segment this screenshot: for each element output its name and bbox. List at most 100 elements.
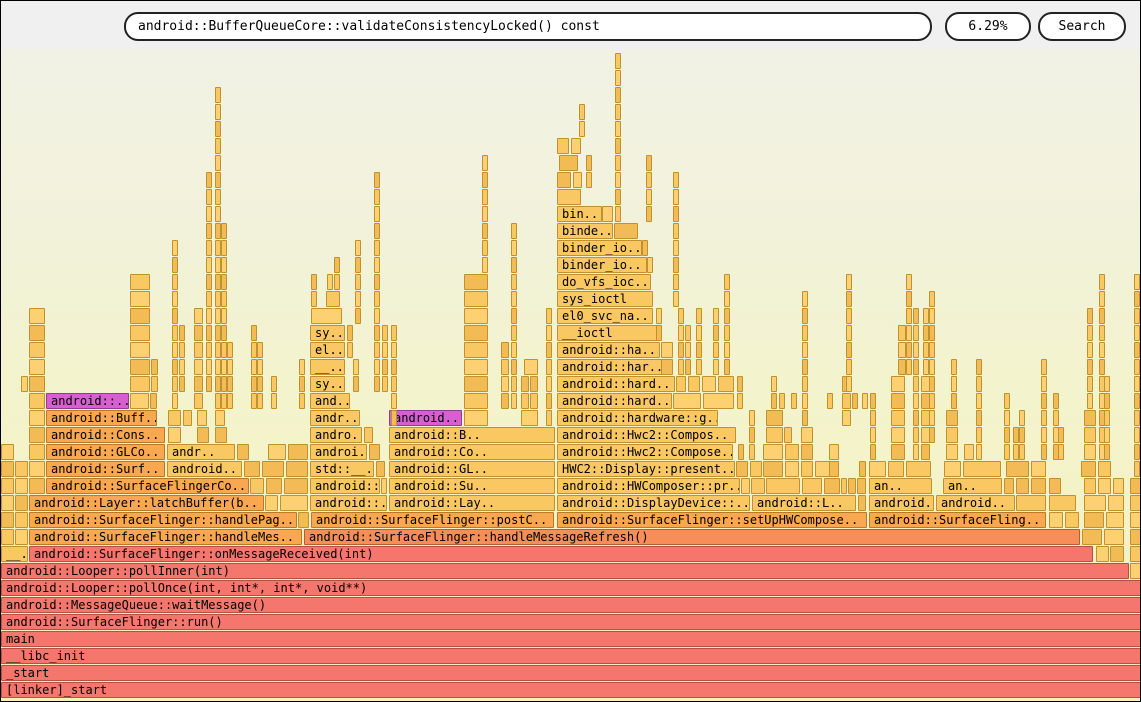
flame-frame-unlabeled[interactable]	[15, 478, 28, 494]
flame-frame-unlabeled[interactable]	[172, 240, 178, 256]
flame-frame-unlabeled[interactable]	[1130, 563, 1141, 579]
flame-frame-unlabeled[interactable]	[1087, 359, 1093, 375]
flame-frame-unlabeled[interactable]	[921, 444, 930, 460]
flame-frame-unlabeled[interactable]	[29, 393, 45, 409]
flame-frame-unlabeled[interactable]	[130, 359, 150, 375]
flame-frame[interactable]: android::Surf..	[46, 461, 165, 477]
flame-frame-unlabeled[interactable]	[29, 325, 45, 341]
flame-frame-unlabeled[interactable]	[15, 495, 28, 511]
flame-frame-unlabeled[interactable]	[846, 291, 852, 307]
flame-frame-unlabeled[interactable]	[846, 325, 852, 341]
flame-frame-unlabeled[interactable]	[391, 325, 397, 341]
flame-frame-unlabeled[interactable]	[482, 206, 488, 222]
flame-frame-unlabeled[interactable]	[511, 308, 517, 324]
flame-frame-unlabeled[interactable]	[696, 342, 702, 358]
flame-frame-unlabeled[interactable]	[750, 461, 762, 477]
flame-frame-unlabeled[interactable]	[829, 461, 839, 477]
flame-frame-unlabeled[interactable]	[870, 410, 876, 426]
flame-frame-unlabeled[interactable]	[737, 376, 743, 392]
flame-frame-unlabeled[interactable]	[913, 393, 919, 409]
flame-frame-unlabeled[interactable]	[647, 257, 653, 273]
flame-frame[interactable]: __.	[1, 546, 28, 562]
flame-frame-unlabeled[interactable]	[511, 291, 517, 307]
flame-frame[interactable]: binde..	[557, 223, 613, 239]
flame-frame-unlabeled[interactable]	[1104, 393, 1110, 409]
flame-frame-unlabeled[interactable]	[1004, 393, 1010, 409]
flame-frame-unlabeled[interactable]	[482, 223, 488, 239]
flame-frame-unlabeled[interactable]	[501, 342, 509, 358]
flame-frame-unlabeled[interactable]	[511, 376, 517, 392]
flame-frame-unlabeled[interactable]	[221, 274, 227, 290]
flame-frame-unlabeled[interactable]	[724, 359, 730, 375]
flame-frame-unlabeled[interactable]	[802, 308, 808, 324]
flame-frame-unlabeled[interactable]	[215, 427, 227, 443]
flame-frame[interactable]: android::SurfaceFlinger::onMessageReceiv…	[29, 546, 1093, 562]
flame-frame-unlabeled[interactable]	[355, 274, 361, 290]
flame-frame-unlabeled[interactable]	[929, 325, 935, 341]
flame-frame-unlabeled[interactable]	[206, 274, 212, 290]
flame-frame-unlabeled[interactable]	[1019, 410, 1025, 426]
flame-frame-unlabeled[interactable]	[946, 444, 958, 460]
flame-frame-unlabeled[interactable]	[929, 291, 935, 307]
flame-frame-unlabeled[interactable]	[1134, 359, 1140, 375]
flame-frame-unlabeled[interactable]	[29, 427, 45, 443]
flame-frame-unlabeled[interactable]	[1041, 444, 1047, 460]
flame-frame-unlabeled[interactable]	[898, 325, 906, 341]
flame-frame-unlabeled[interactable]	[299, 359, 305, 375]
flame-frame-unlabeled[interactable]	[284, 478, 308, 494]
flame-frame-unlabeled[interactable]	[1134, 444, 1140, 460]
flame-frame-unlabeled[interactable]	[1, 444, 14, 460]
flame-frame-unlabeled[interactable]	[615, 189, 621, 205]
flame-frame-unlabeled[interactable]	[221, 325, 227, 341]
flame-frame-unlabeled[interactable]	[676, 376, 686, 392]
flame-frame-unlabeled[interactable]	[1004, 427, 1010, 443]
flame-frame-unlabeled[interactable]	[906, 274, 912, 290]
flame-frame-unlabeled[interactable]	[355, 308, 361, 324]
flame-frame-unlabeled[interactable]	[964, 444, 974, 460]
flame-frame-unlabeled[interactable]	[206, 223, 212, 239]
flame-frame[interactable]: android..	[389, 410, 462, 426]
flame-frame-unlabeled[interactable]	[206, 257, 212, 273]
flame-frame-unlabeled[interactable]	[172, 257, 178, 273]
flame-frame-unlabeled[interactable]	[913, 376, 919, 392]
flame-frame-unlabeled[interactable]	[751, 478, 765, 494]
flame-frame-unlabeled[interactable]	[1087, 342, 1093, 358]
flame-frame-unlabeled[interactable]	[766, 478, 800, 494]
flame-frame-unlabeled[interactable]	[713, 342, 719, 358]
flame-frame-unlabeled[interactable]	[347, 325, 353, 341]
flame-frame-unlabeled[interactable]	[869, 461, 886, 477]
flame-frame-unlabeled[interactable]	[511, 274, 517, 290]
flame-frame-unlabeled[interactable]	[227, 359, 233, 375]
flame-frame-unlabeled[interactable]	[1099, 308, 1105, 324]
flame-frame-unlabeled[interactable]	[546, 376, 552, 392]
flame-frame-unlabeled[interactable]	[546, 393, 552, 409]
flame-frame-unlabeled[interactable]	[1113, 478, 1124, 494]
flame-frame-unlabeled[interactable]	[482, 189, 488, 205]
flame-frame[interactable]: android::GL..	[389, 461, 555, 477]
flame-frame-unlabeled[interactable]	[172, 291, 178, 307]
flame-frame-unlabeled[interactable]	[646, 172, 652, 188]
flame-frame-unlabeled[interactable]	[642, 240, 648, 256]
flame-frame-unlabeled[interactable]	[1019, 444, 1025, 460]
search-button[interactable]: Search	[1038, 12, 1126, 41]
flame-frame[interactable]: an..	[869, 478, 932, 494]
flame-frame-unlabeled[interactable]	[1041, 393, 1047, 409]
flame-frame-unlabeled[interactable]	[501, 393, 509, 409]
flame-frame-unlabeled[interactable]	[913, 308, 919, 324]
flame-frame-unlabeled[interactable]	[801, 461, 813, 477]
flame-frame-unlabeled[interactable]	[1004, 478, 1014, 494]
flame-frame-unlabeled[interactable]	[749, 427, 755, 443]
flame-frame-unlabeled[interactable]	[206, 172, 212, 188]
flame-frame-unlabeled[interactable]	[1004, 410, 1010, 426]
flame-frame[interactable]: android::B..	[389, 427, 555, 443]
flame-frame-unlabeled[interactable]	[1104, 529, 1124, 545]
flame-frame-unlabeled[interactable]	[1134, 376, 1140, 392]
flame-frame[interactable]: sys_ioctl	[557, 291, 653, 307]
flame-frame-unlabeled[interactable]	[221, 223, 227, 239]
flame-frame-unlabeled[interactable]	[381, 478, 387, 494]
flame-frame-unlabeled[interactable]	[1134, 410, 1140, 426]
flame-frame-unlabeled[interactable]	[168, 427, 181, 443]
flame-frame-unlabeled[interactable]	[976, 393, 982, 409]
flame-frame-unlabeled[interactable]	[168, 410, 181, 426]
flame-frame-unlabeled[interactable]	[1, 512, 14, 528]
